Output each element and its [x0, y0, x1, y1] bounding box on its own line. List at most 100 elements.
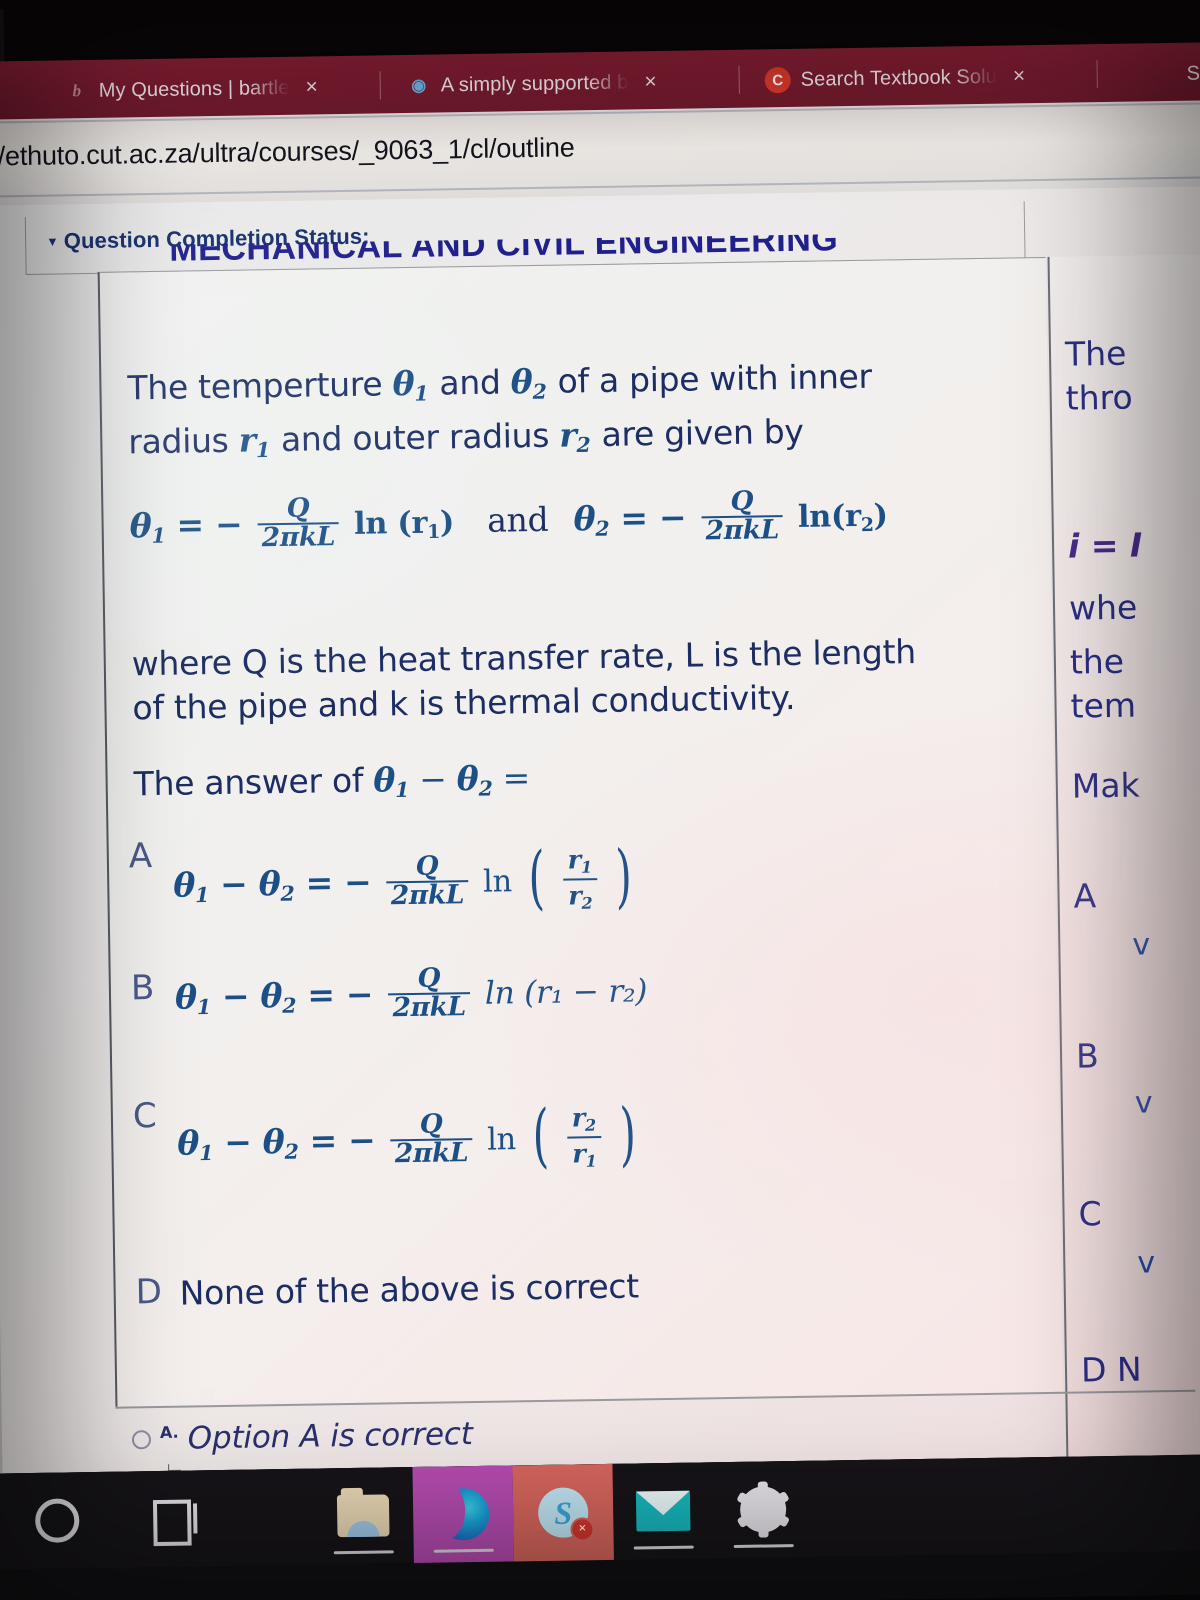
tab-separator [1096, 60, 1098, 89]
subscript: 1 [255, 437, 271, 463]
browser-tab-coursehero[interactable]: C Search Textbook Solu × [758, 45, 1037, 111]
skype-icon: S × [537, 1487, 595, 1542]
close-icon[interactable]: × [299, 75, 324, 99]
adjacent-question-column: The thro i = I whe the tem Mak A v B v C… [1047, 254, 1200, 1467]
theta-symbol: θ [510, 362, 533, 402]
text: The temperture [127, 364, 383, 408]
right-col-option-b[interactable]: B [1076, 1036, 1099, 1075]
ln-operator: ln [486, 1122, 517, 1158]
tab-separator [738, 65, 740, 94]
answer-choice-label: A. [159, 1422, 179, 1443]
edge-browser-icon [436, 1487, 490, 1541]
denominator: 2πkL [388, 991, 471, 1023]
web-page-content: ▾ Question Completion Status: MECHANICAL… [0, 186, 1200, 1481]
taskbar-skype-button[interactable]: S × [512, 1463, 614, 1562]
right-paren: ) [614, 836, 633, 917]
fraction-Q-over-2pikL: Q 2πkL [390, 1108, 473, 1169]
screen-photograph: ‹ b My Questions | bartle × ◉ A simply s… [0, 0, 1200, 1600]
numerator: r1 [567, 845, 592, 877]
text: and outer radius [280, 415, 550, 459]
page-left-rail [0, 205, 3, 1474]
subscript: 2 [576, 432, 591, 458]
right-col-text: tem [1070, 685, 1137, 726]
ln-r2: ln(r2) [797, 497, 888, 537]
right-col-text: v [1134, 1085, 1153, 1121]
bartleby-icon: b [72, 81, 82, 101]
answer-choice-text: Option A is correct [187, 1416, 473, 1457]
denominator: 2πkL [386, 879, 469, 911]
denominator: r2 [562, 877, 598, 915]
given-formulas: θ1 = − Q 2πkL ln (r1) and θ2 = − Q 2πkL … [129, 486, 1060, 556]
mail-icon [635, 1490, 691, 1532]
question-card: The temperture θ 1 and θ2 of a pipe with … [97, 256, 1064, 1407]
browser-tab-bartleby[interactable]: b My Questions | bartle × [58, 56, 330, 122]
text: are given by [601, 411, 804, 454]
tab-title: My Questions | bartle [98, 76, 290, 102]
radius-symbol: r [559, 415, 577, 455]
taskbar-cortana-button[interactable] [7, 1472, 108, 1570]
subscript: 1 [414, 381, 429, 406]
theta2: θ2 [573, 498, 610, 541]
minus-sign: − [418, 759, 447, 799]
chegg-icon: ◉ [411, 75, 427, 95]
question-statement-line-2: radius r1 and outer radius r2 are given … [128, 406, 1059, 466]
fraction-Q-over-2pikL: Q 2πkL [386, 850, 469, 911]
fraction-Q-over-2pikL: Q 2πkL [701, 485, 784, 546]
right-col-text: the [1069, 641, 1125, 682]
right-col-option-a[interactable]: A [1073, 876, 1096, 915]
right-col-text: Mak [1071, 765, 1140, 806]
equals-minus: = − [306, 974, 374, 1015]
tab-title: S [1186, 62, 1200, 85]
browser-tab-clipped[interactable]: S [1186, 43, 1200, 105]
subscript: 2 [532, 379, 547, 404]
right-col-text: thro [1065, 377, 1133, 418]
numerator: r2 [571, 1103, 597, 1135]
skype-status-badge-icon: × [570, 1517, 595, 1542]
tab-separator [379, 71, 381, 100]
denominator: r1 [566, 1135, 602, 1173]
question-statement-line-1: The temperture θ1 and θ2 of a pipe with … [127, 352, 1058, 412]
equals-minus: = − [309, 1120, 376, 1161]
equals-minus: = − [305, 862, 372, 903]
taskbar-file-explorer-button[interactable] [312, 1467, 413, 1565]
taskbar-task-view-button[interactable] [124, 1470, 225, 1568]
browser-tab-chegg[interactable]: ◉ A simply supported b × [400, 51, 669, 117]
right-paren: ) [618, 1094, 637, 1175]
windows-taskbar: S × [0, 1453, 1200, 1600]
text: of a pipe with inner [557, 356, 873, 401]
equals-minus: = − [620, 497, 687, 538]
conjunction-and: and [486, 499, 549, 540]
radius-symbol: r [238, 420, 257, 460]
ln-operator: ln [482, 864, 513, 900]
taskbar-mail-button[interactable] [612, 1462, 713, 1560]
close-icon[interactable]: × [1007, 64, 1032, 88]
right-col-text: v [1132, 927, 1151, 963]
right-col-option-d[interactable]: D N [1081, 1350, 1142, 1390]
right-col-text: v [1137, 1245, 1156, 1281]
taskbar-settings-button[interactable] [712, 1461, 813, 1559]
settings-gear-icon [736, 1481, 791, 1538]
numerator: Q [730, 485, 754, 517]
fraction-Q-over-2pikL: Q 2πkL [257, 493, 340, 553]
denominator: 2πkL [257, 521, 340, 553]
option-letter: C [132, 1096, 157, 1137]
option-d-text: None of the above is correct [179, 1266, 640, 1313]
close-icon[interactable]: × [638, 70, 663, 94]
radio-button-option-a[interactable] [131, 1429, 152, 1449]
running-indicator [433, 1548, 494, 1553]
skype-letter: S [553, 1494, 573, 1531]
gear-spokes [735, 1481, 792, 1538]
equals-minus: = − [176, 504, 243, 545]
option-letter: D [135, 1271, 163, 1313]
denominator: 2πkL [701, 514, 784, 546]
tab-title: Search Textbook Solu [800, 65, 998, 91]
taskbar-edge-button[interactable] [412, 1465, 514, 1564]
right-col-option-c[interactable]: C [1078, 1194, 1102, 1233]
chevron-down-icon: ▾ [49, 233, 56, 249]
fraction-Q-over-2pikL: Q 2πkL [388, 963, 471, 1023]
answer-choice-a-row[interactable]: A. Option A is correct [131, 1416, 473, 1457]
fraction-r2-over-r1: r2 r1 [566, 1102, 602, 1173]
ln-r1: ln (r1) [353, 504, 455, 543]
equals-sign: = [502, 758, 531, 798]
numerator: Q [415, 850, 439, 882]
